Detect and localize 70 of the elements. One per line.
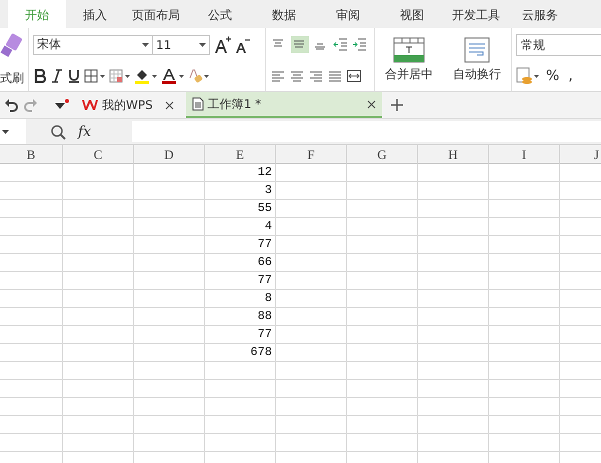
percent-button[interactable]: %	[543, 68, 562, 84]
menu-tab[interactable]: 页面布局	[124, 0, 188, 28]
format-painter-label[interactable]: 式刷	[0, 70, 24, 86]
add-tab-icon[interactable]	[390, 98, 404, 112]
underline-icon[interactable]	[67, 69, 81, 84]
align-left-icon[interactable]	[270, 69, 286, 83]
table-cell-text: 55	[256, 200, 273, 217]
align-center-icon[interactable]	[289, 69, 305, 83]
column-header[interactable]: B	[0, 145, 63, 164]
table-cell-text: 77	[256, 236, 273, 253]
menu-tab[interactable]: 视图	[380, 0, 444, 28]
wrap-text-button[interactable]: 自动换行	[453, 36, 501, 82]
table-cell-text: 66	[256, 254, 273, 271]
document-tab[interactable]: 工作簿1 *	[186, 92, 382, 118]
menu-tab[interactable]: 审阅	[316, 0, 380, 28]
font-size-dropdown[interactable]: 11	[152, 34, 210, 55]
w-logo-icon[interactable]	[82, 99, 98, 111]
name-box[interactable]	[0, 119, 26, 144]
align-right-icon[interactable]	[308, 69, 324, 83]
font-color-icon[interactable]	[161, 68, 185, 84]
column-header[interactable]: E	[205, 145, 276, 164]
column-header[interactable]: D	[134, 145, 205, 164]
font-dropdown[interactable]: 宋体	[33, 34, 153, 55]
table-cell-text: 678	[249, 344, 273, 361]
column-header[interactable]: C	[63, 145, 134, 164]
close-icon[interactable]	[164, 100, 174, 110]
table-cell-text: 4	[264, 218, 273, 235]
distribute-icon[interactable]	[346, 69, 362, 83]
currency-icon[interactable]	[516, 67, 540, 86]
table-cell-text: 77	[256, 272, 273, 289]
column-header[interactable]: I	[489, 145, 560, 164]
wrap-text-icon[interactable]	[464, 36, 490, 62]
menu-tab[interactable]: 开发工具	[444, 0, 508, 28]
menu-tab[interactable]: 公式	[188, 0, 252, 28]
merge-cells-icon[interactable]	[393, 36, 425, 62]
cell-style-icon[interactable]	[109, 69, 131, 84]
merge-center-button[interactable]: 合并居中	[385, 36, 433, 82]
border-icon[interactable]	[84, 69, 106, 84]
caret-icon[interactable]	[2, 130, 9, 134]
indent-icon[interactable]	[352, 37, 368, 52]
table-cell-text: 12	[256, 164, 273, 181]
menu-tab[interactable]: 云服务	[508, 0, 572, 28]
menu-tab[interactable]: 开始	[8, 0, 66, 28]
italic-icon[interactable]	[50, 69, 64, 84]
caret-icon[interactable]	[199, 42, 206, 47]
grow-font-icon[interactable]	[213, 36, 231, 54]
zoom-icon[interactable]	[50, 124, 66, 140]
align-middle-icon[interactable]	[291, 36, 309, 53]
table-cell-text: 88	[256, 308, 273, 325]
outdent-icon[interactable]	[333, 37, 349, 52]
menu-tab[interactable]: 数据	[252, 0, 316, 28]
justify-icon[interactable]	[327, 69, 343, 83]
column-header[interactable]: J	[560, 145, 601, 164]
document-tab[interactable]: 我的WPS	[76, 92, 180, 118]
close-icon[interactable]	[366, 100, 376, 108]
number-format-dropdown[interactable]: 常规	[516, 34, 601, 56]
function-button[interactable]: fx	[78, 124, 92, 140]
bold-icon[interactable]	[33, 69, 47, 84]
menu-tab[interactable]: 插入	[66, 0, 124, 28]
undo-icon[interactable]	[4, 98, 18, 112]
document-icon[interactable]	[192, 97, 204, 111]
fill-color-icon[interactable]	[134, 68, 158, 84]
caret-icon[interactable]	[142, 42, 149, 47]
column-header[interactable]: F	[276, 145, 347, 164]
column-header[interactable]: H	[418, 145, 489, 164]
table-cell-text: 3	[264, 182, 273, 199]
table-cell-text: 77	[256, 326, 273, 343]
comma-button[interactable]: ,	[565, 68, 576, 84]
table-cell-text: 8	[264, 290, 273, 307]
column-header[interactable]: G	[347, 145, 418, 164]
